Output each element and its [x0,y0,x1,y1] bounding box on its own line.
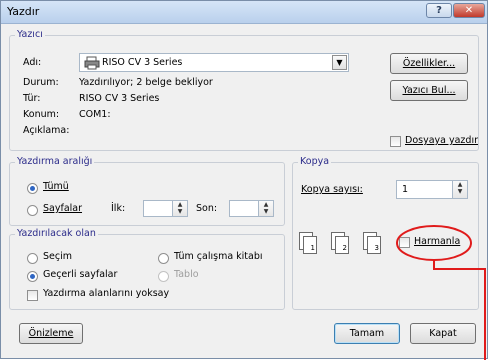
table-label: Tablo [174,269,199,280]
entire-workbook-label[interactable]: Tüm çalışma kitabı [174,251,263,262]
collate-label[interactable]: Harmanla [414,236,460,247]
spin-down-icon: ▼ [177,208,183,215]
print-dialog: Yazdır ? ✕ Yazıcı Adı: RISO CV 3 Series … [0,0,488,360]
range-pages-radio[interactable] [27,205,38,216]
ignore-print-areas-label[interactable]: Yazdırma alanlarını yoksay [43,288,169,299]
spin-down-icon: ▼ [263,208,269,215]
spin-down-icon: ▼ [457,188,463,195]
preview-button[interactable]: Önizleme [19,323,83,344]
range-pages-label[interactable]: Sayfalar [43,203,82,214]
print-to-file-label[interactable]: Dosyaya yazdır [405,135,478,146]
location-label: Konum: [23,109,60,120]
spin-up-icon: ▲ [177,201,183,208]
range-to-label: Son: [196,203,218,214]
chevron-down-icon[interactable]: ▼ [332,55,347,70]
location-value: COM1: [79,109,111,120]
type-value: RISO CV 3 Series [79,93,160,104]
title-bar: Yazdır ? ✕ [1,1,487,24]
status-label: Durum: [23,77,59,88]
print-range-title: Yazdırma aralığı [15,156,95,167]
ok-button[interactable]: Tamam [334,323,400,344]
collate-checkbox[interactable] [399,237,410,248]
help-button[interactable]: ? [426,3,452,18]
range-from-input[interactable]: ▲ ▼ [143,200,188,217]
current-pages-label[interactable]: Geçerli sayfalar [43,269,117,280]
selection-radio[interactable] [27,253,38,264]
selection-label[interactable]: Seçim [43,251,72,262]
comment-label: Açıklama: [23,125,70,136]
spin-up-icon: ▲ [263,201,269,208]
printer-select-value: RISO CV 3 Series [102,57,183,68]
print-what-title: Yazdırılacak olan [15,228,98,239]
range-all-label[interactable]: Tümü [43,181,69,192]
help-icon: ? [436,5,442,16]
printer-select[interactable]: RISO CV 3 Series ▼ [79,53,349,72]
current-pages-radio[interactable] [27,271,38,282]
status-value: Yazdırılıyor; 2 belge bekliyor [79,77,213,88]
range-from-label: İlk: [111,203,126,214]
copies-spinner[interactable]: ▲ ▼ [452,181,467,198]
copies-title: Kopya [298,156,332,167]
printer-name-label: Adı: [23,57,42,68]
printer-group-title: Yazıcı [15,29,45,40]
copies-count-value: 1 [402,184,409,195]
copies-count-label: Kopya sayısı: [301,184,363,195]
close-button[interactable]: ✕ [453,3,485,18]
close-icon: ✕ [464,5,474,16]
range-to-spinner[interactable]: ▲ ▼ [258,201,273,216]
print-to-file-checkbox[interactable] [390,136,401,147]
table-radio [158,271,169,282]
find-printer-button[interactable]: Yazıcı Bul... [390,80,468,101]
type-label: Tür: [23,93,41,104]
spin-up-icon: ▲ [457,181,463,188]
range-all-radio[interactable] [27,183,38,194]
window-title: Yazdır [7,5,40,18]
copies-count-input[interactable]: 1 ▲ ▼ [396,180,468,199]
range-to-input[interactable]: ▲ ▼ [229,200,274,217]
entire-workbook-radio[interactable] [158,253,169,264]
cancel-button[interactable]: Kapat [410,323,476,344]
range-from-spinner[interactable]: ▲ ▼ [172,201,187,216]
printer-icon [84,56,100,70]
ignore-print-areas-checkbox[interactable] [27,290,38,301]
properties-button[interactable]: Özellikler... [390,53,468,74]
